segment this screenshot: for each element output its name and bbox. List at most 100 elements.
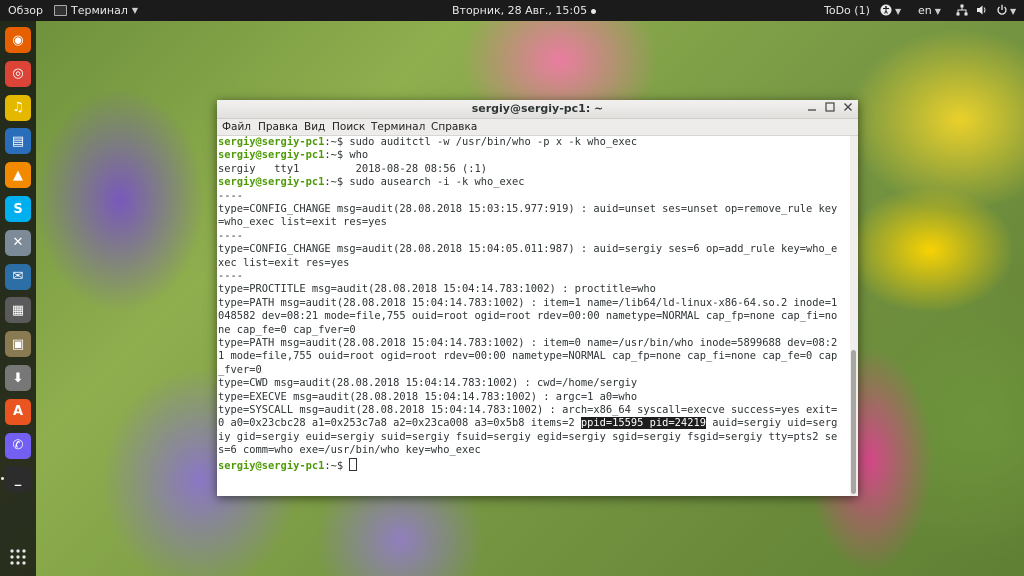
- command-text: :~$: [324, 459, 350, 472]
- terminal-line: 1 mode=file,755 ouid=root ogid=root rdev…: [218, 350, 837, 363]
- terminal-line: sergiy@sergiy-pc1:~$ who: [218, 149, 368, 162]
- terminal-output[interactable]: sergiy@sergiy-pc1:~$ sudo auditctl -w /u…: [217, 136, 850, 496]
- terminal-line: type=EXECVE msg=audit(28.08.2018 15:04:1…: [218, 391, 637, 404]
- output-text: type=PATH msg=audit(28.08.2018 15:04:14.…: [218, 337, 838, 349]
- terminal-icon[interactable]: _: [5, 466, 31, 493]
- menu-terminal[interactable]: Терминал: [371, 119, 425, 136]
- volume-control[interactable]: [976, 0, 988, 21]
- chevron-down-icon: ▼: [131, 6, 139, 15]
- maximize-icon: [825, 102, 835, 112]
- menu-file[interactable]: Файл: [222, 119, 251, 136]
- output-text: s=6 comm=who exe=/usr/bin/who key=who_ex…: [218, 444, 481, 457]
- thunderbird-icon[interactable]: ✉: [5, 263, 31, 290]
- show-applications-button[interactable]: [5, 544, 31, 570]
- shell-prompt: sergiy@sergiy-pc1: [218, 149, 325, 162]
- minimize-icon: [808, 109, 816, 111]
- todo-indicator[interactable]: ToDo (1): [824, 0, 870, 21]
- output-text: 1 mode=file,755 ouid=root ogid=root rdev…: [218, 350, 838, 363]
- output-text: iy gid=sergiy euid=sergiy suid=sergiy fs…: [218, 430, 838, 443]
- terminal-line: type=PROCTITLE msg=audit(28.08.2018 15:0…: [218, 283, 656, 296]
- power-menu[interactable]: ▼: [996, 0, 1016, 21]
- libreoffice-writer-icon[interactable]: ▤: [5, 128, 31, 155]
- terminal-line: sergiy@sergiy-pc1:~$ sudo ausearch -i -k…: [218, 176, 525, 189]
- menu-view[interactable]: Вид: [304, 119, 325, 136]
- terminal-line: ----: [218, 230, 243, 243]
- menu-edit[interactable]: Правка: [258, 119, 298, 136]
- software-center-icon[interactable]: A: [5, 398, 31, 425]
- text-cursor: [349, 457, 358, 471]
- output-text: type=CWD msg=audit(28.08.2018 15:04:14.7…: [218, 377, 638, 390]
- terminal-line: 0 a0=0x23cbc28 a1=0x253c7a8 a2=0x23ca008…: [218, 417, 837, 430]
- terminal-line: ne cap_fe=0 cap_fver=0: [218, 324, 356, 337]
- network-icon: [956, 4, 968, 16]
- terminal-app-icon: [54, 5, 67, 16]
- output-text: ----: [218, 270, 244, 282]
- chrome-icon[interactable]: ◎: [5, 60, 31, 87]
- activities-button[interactable]: Обзор: [8, 0, 43, 21]
- window-titlebar[interactable]: sergiy@sergiy-pc1: ~: [217, 100, 858, 119]
- scrollbar-thumb[interactable]: [851, 350, 856, 494]
- terminal-line: type=PATH msg=audit(28.08.2018 15:04:14.…: [218, 337, 837, 350]
- output-text: ----: [218, 229, 244, 242]
- command-text: :~$ sudo ausearch -i -k who_exec: [324, 176, 525, 189]
- chevron-down-icon: ▼: [934, 7, 941, 16]
- output-text: type=EXECVE msg=audit(28.08.2018 15:04:1…: [218, 390, 638, 403]
- output-text: sergiy tty1 2018-08-28 08:56 (:1): [218, 162, 487, 175]
- output-text: auid=sergiy uid=serg: [705, 417, 838, 430]
- close-button[interactable]: [840, 101, 856, 117]
- output-text: type=CONFIG_CHANGE msg=audit(28.08.2018 …: [218, 243, 838, 256]
- terminal-line: 048582 dev=08:21 mode=file,755 ouid=root…: [218, 310, 837, 323]
- output-text: type=PROCTITLE msg=audit(28.08.2018 15:0…: [218, 283, 656, 296]
- app-grid-icon: [10, 549, 26, 565]
- system-menu[interactable]: [956, 0, 968, 21]
- vlc-icon[interactable]: ▲: [5, 162, 31, 189]
- image-viewer-icon[interactable]: ▣: [5, 331, 31, 358]
- accessibility-icon: [880, 4, 892, 16]
- maximize-button[interactable]: [822, 101, 838, 117]
- terminal-window: sergiy@sergiy-pc1: ~ Файл Правка Вид Пои…: [217, 100, 858, 496]
- language-label: en: [918, 4, 932, 17]
- shell-prompt: sergiy@sergiy-pc1: [218, 459, 325, 472]
- skype-icon[interactable]: S: [5, 196, 31, 222]
- terminal-line: iy gid=sergiy euid=sergiy suid=sergiy fs…: [218, 431, 837, 444]
- accessibility-menu[interactable]: ▼: [880, 0, 901, 21]
- terminal-line: sergiy@sergiy-pc1:~$ sudo auditctl -w /u…: [218, 136, 637, 149]
- output-text: ne cap_fe=0 cap_fver=0: [218, 323, 356, 336]
- terminal-line: xec list=exit res=yes: [218, 257, 349, 270]
- downloader-icon[interactable]: ⬇: [5, 365, 31, 391]
- clock-label: Вторник, 28 Авг., 15:05: [452, 4, 588, 17]
- output-text: type=SYSCALL msg=audit(28.08.2018 15:04:…: [218, 404, 838, 416]
- command-text: :~$ who: [324, 149, 369, 162]
- terminal-line: =who_exec list=exit res=yes: [218, 216, 387, 229]
- scrollbar[interactable]: [850, 136, 858, 496]
- chevron-down-icon: ▼: [895, 7, 902, 16]
- terminal-line: type=CONFIG_CHANGE msg=audit(28.08.2018 …: [218, 243, 837, 256]
- terminal-line: sergiy tty1 2018-08-28 08:56 (:1): [218, 163, 487, 176]
- clock-menu[interactable]: Вторник, 28 Авг., 15:05: [452, 0, 597, 21]
- terminal-line: sergiy@sergiy-pc1:~$: [218, 457, 358, 473]
- output-text: ----: [218, 189, 244, 202]
- close-icon: [844, 103, 852, 111]
- terminal-line: s=6 comm=who exe=/usr/bin/who key=who_ex…: [218, 444, 481, 457]
- shell-prompt: sergiy@sergiy-pc1: [218, 176, 325, 189]
- minimize-button[interactable]: [804, 101, 820, 117]
- menu-search[interactable]: Поиск: [332, 119, 365, 136]
- output-text: =who_exec list=exit res=yes: [218, 216, 387, 229]
- terminal-line: ----: [218, 270, 243, 283]
- settings-tools-icon[interactable]: ✕: [5, 229, 31, 256]
- power-icon: [997, 4, 1007, 15]
- viber-icon[interactable]: ✆: [5, 432, 31, 459]
- menu-help[interactable]: Справка: [431, 119, 477, 136]
- output-text: 048582 dev=08:21 mode=file,755 ouid=root…: [218, 310, 838, 323]
- input-language-menu[interactable]: en ▼: [918, 0, 941, 21]
- output-text: type=CONFIG_CHANGE msg=audit(28.08.2018 …: [218, 203, 838, 215]
- calculator-icon[interactable]: ▦: [5, 297, 31, 324]
- app-menu[interactable]: Терминал ▼: [54, 0, 138, 21]
- rhythmbox-icon[interactable]: ♫: [5, 94, 31, 121]
- running-indicator: [1, 477, 4, 481]
- selected-text[interactable]: ppid=15595 pid=24219: [580, 417, 706, 430]
- notification-dot-icon: [591, 8, 597, 14]
- firefox-icon[interactable]: ◉: [5, 27, 31, 53]
- chevron-down-icon: ▼: [1010, 7, 1017, 16]
- menu-bar: Файл Правка Вид Поиск Терминал Справка: [217, 119, 858, 136]
